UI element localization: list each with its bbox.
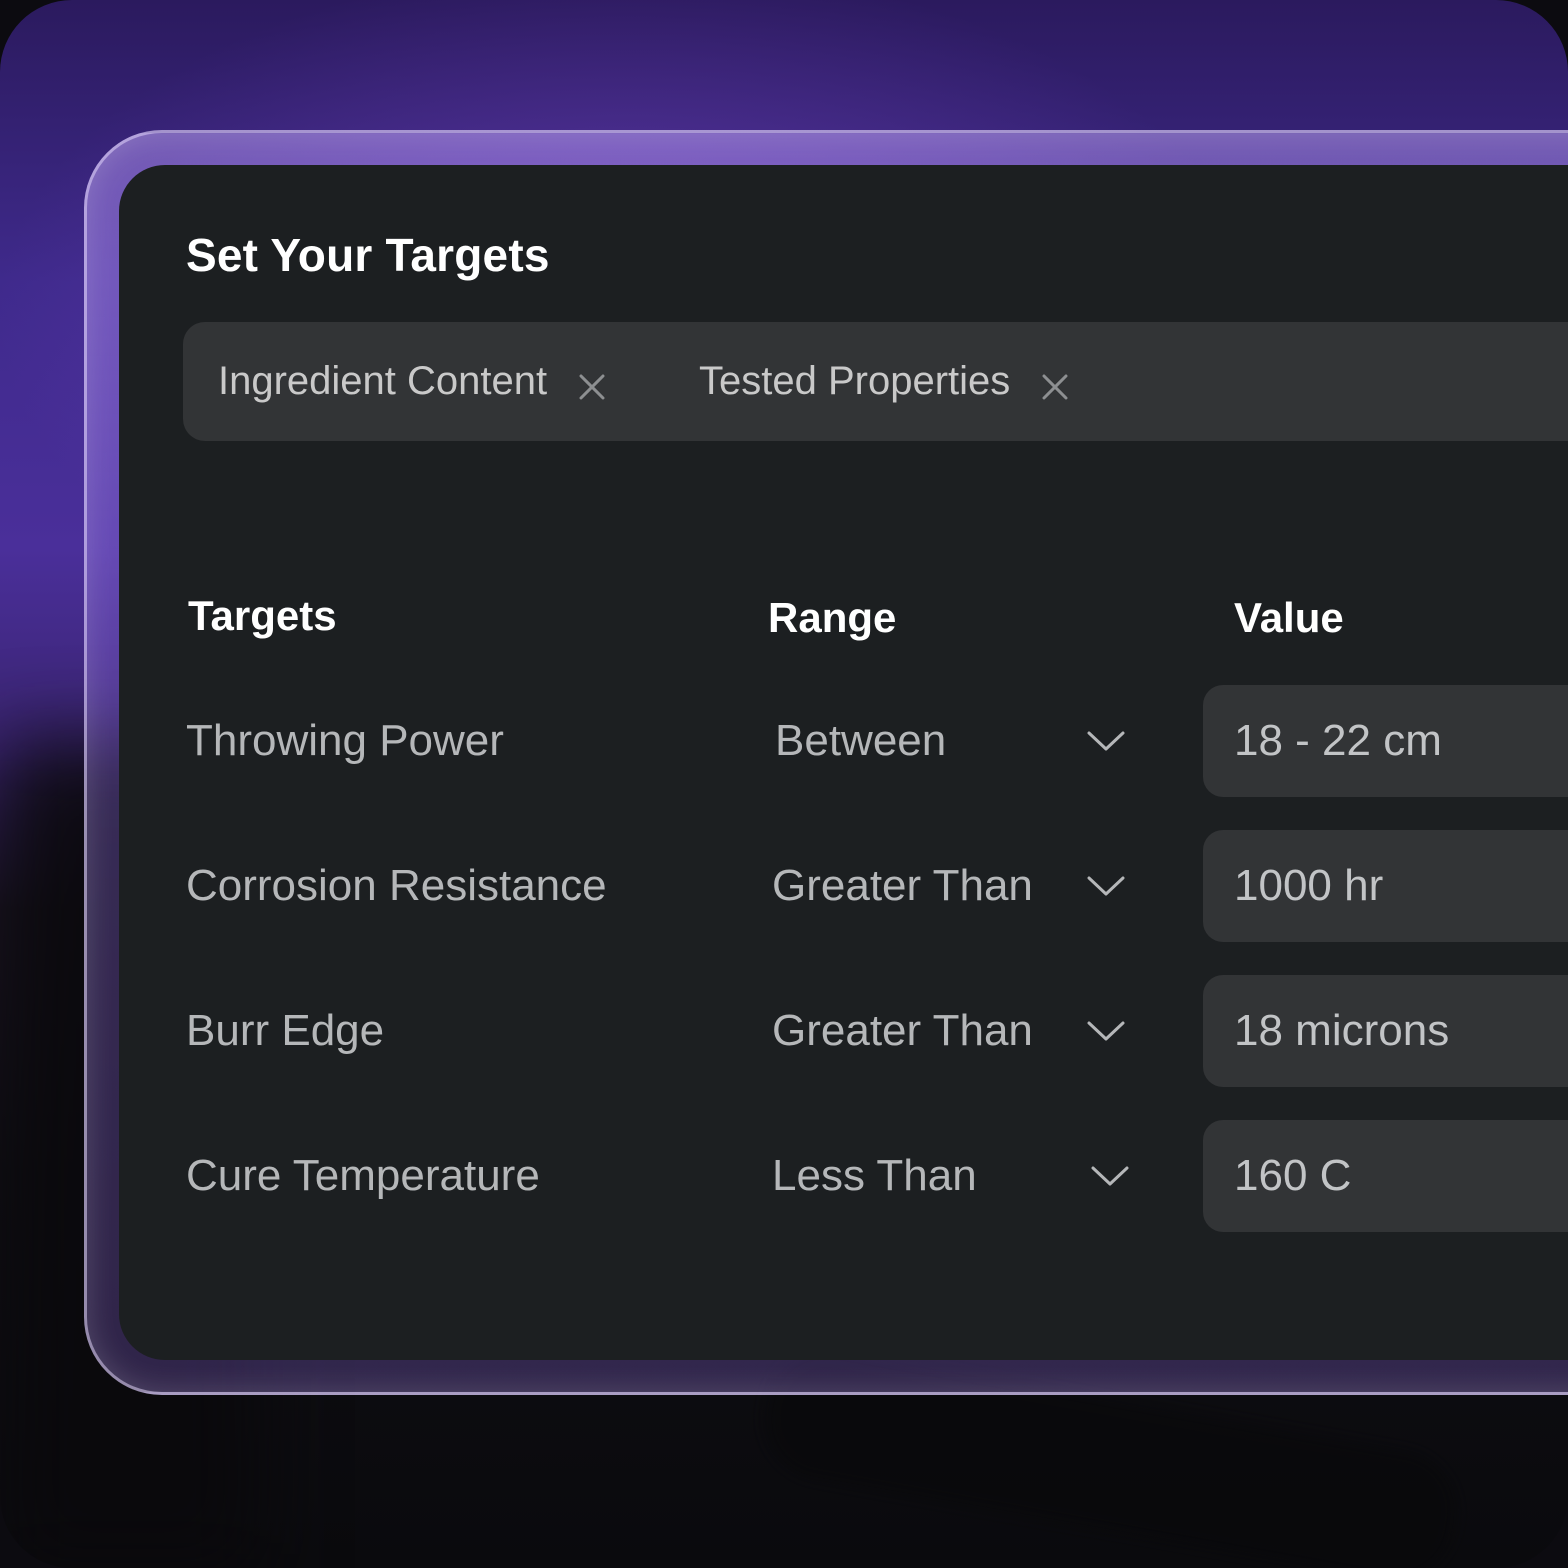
range-dropdown-label: Greater Than xyxy=(772,861,1033,910)
column-header-range: Range xyxy=(768,594,897,641)
range-dropdown[interactable]: Between xyxy=(772,685,1132,797)
range-dropdown[interactable]: Greater Than xyxy=(772,830,1132,942)
column-header-targets: Targets xyxy=(188,592,337,639)
range-dropdown[interactable]: Greater Than xyxy=(772,975,1132,1087)
value-input[interactable]: 18 microns xyxy=(1203,975,1568,1087)
close-icon[interactable] xyxy=(577,367,607,399)
column-header-value: Value xyxy=(1234,594,1344,641)
target-name: Throwing Power xyxy=(186,716,504,765)
value-input[interactable]: 18 - 22 cm xyxy=(1203,685,1568,797)
range-dropdown-label: Less Than xyxy=(772,1151,977,1200)
range-dropdown-label: Greater Than xyxy=(772,1006,1033,1055)
value-input-text: 18 - 22 cm xyxy=(1234,716,1442,765)
table-row: Cure Temperature Less Than 160 C xyxy=(0,1120,1568,1232)
target-name: Cure Temperature xyxy=(186,1151,540,1200)
page-title: Set Your Targets xyxy=(186,229,550,281)
table-row: Throwing Power Between 18 - 22 cm xyxy=(0,685,1568,797)
target-name: Burr Edge xyxy=(186,1006,385,1055)
chevron-down-icon xyxy=(1087,731,1125,751)
value-input[interactable]: 160 C xyxy=(1203,1120,1568,1232)
range-dropdown[interactable]: Less Than xyxy=(772,1120,1132,1232)
value-input-text: 1000 hr xyxy=(1234,861,1384,910)
filter-chip-label: Tested Properties xyxy=(699,359,1011,403)
chevron-down-icon xyxy=(1087,1021,1125,1041)
chevron-down-icon xyxy=(1087,876,1125,896)
table-row: Burr Edge Greater Than 18 microns xyxy=(0,975,1568,1087)
value-input-text: 160 C xyxy=(1234,1151,1352,1200)
value-input[interactable]: 1000 hr xyxy=(1203,830,1568,942)
filter-chip-tested-properties[interactable]: Tested Properties xyxy=(699,322,1070,441)
filter-chip-label: Ingredient Content xyxy=(218,359,548,403)
app-canvas: Set Your Targets Ingredient Content Test… xyxy=(0,0,1568,1568)
value-input-text: 18 microns xyxy=(1234,1006,1450,1055)
chevron-down-icon xyxy=(1091,1166,1129,1186)
filter-chip-ingredient-content[interactable]: Ingredient Content xyxy=(218,322,607,441)
table-row: Corrosion Resistance Greater Than 1000 h… xyxy=(0,830,1568,942)
target-name: Corrosion Resistance xyxy=(186,861,607,910)
close-icon[interactable] xyxy=(1040,367,1070,399)
range-dropdown-label: Between xyxy=(775,716,947,765)
